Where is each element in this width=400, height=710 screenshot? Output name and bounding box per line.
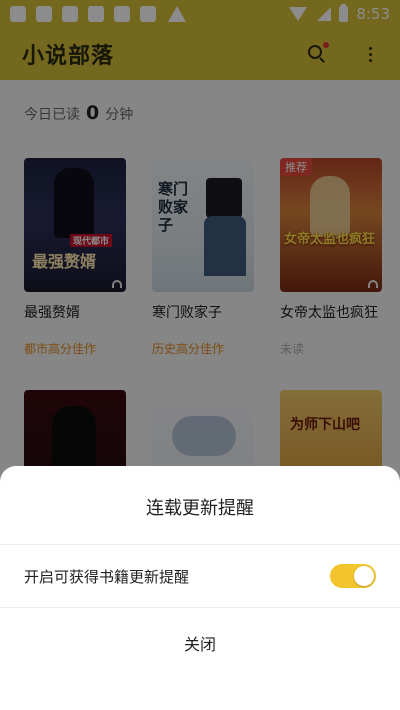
update-reminder-toggle[interactable] (330, 564, 376, 588)
close-button[interactable]: 关闭 (0, 608, 400, 678)
update-reminder-row: 开启可获得书籍更新提醒 (0, 545, 400, 607)
sheet-title: 连载更新提醒 (146, 498, 254, 519)
update-reminder-sheet: 连载更新提醒 开启可获得书籍更新提醒 关闭 (0, 466, 400, 710)
toggle-knob (354, 566, 374, 586)
update-reminder-label: 开启可获得书籍更新提醒 (24, 567, 190, 586)
